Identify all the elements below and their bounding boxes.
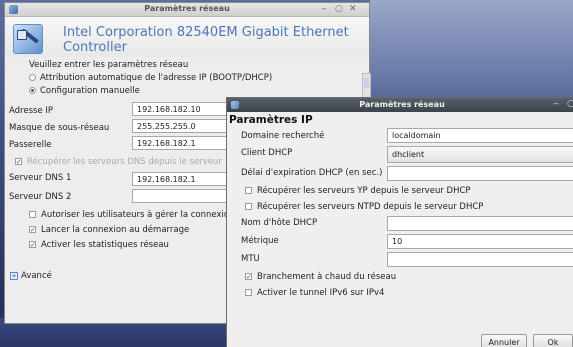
- ntpd-servers-label: Récupérer les serveurs NTPD depuis le se…: [257, 202, 484, 212]
- hotplug-row[interactable]: ✓ Branchement à chaud du réseau: [245, 272, 396, 282]
- restore-icon[interactable]: ○: [567, 99, 573, 109]
- cancel-button[interactable]: Annuler: [481, 334, 527, 347]
- statistics-row[interactable]: ✓ Activer les statistiques réseau: [29, 240, 169, 250]
- gateway-field[interactable]: 192.168.182.1: [132, 136, 232, 150]
- dns-from-server-row[interactable]: ✓ Récupérer les serveurs DNS depuis le se…: [15, 157, 222, 167]
- minimize-icon[interactable]: ‒: [321, 4, 327, 14]
- statistics-checkbox[interactable]: ✓: [29, 241, 36, 249]
- close-icon[interactable]: ✕: [349, 4, 357, 14]
- radio-manual[interactable]: [29, 87, 36, 94]
- radio-auto[interactable]: [29, 74, 36, 81]
- ok-button[interactable]: Ok: [533, 334, 573, 347]
- start-on-boot-label: Lancer la connexion au démarrage: [41, 225, 190, 235]
- advanced-expander[interactable]: + Avancé: [10, 271, 52, 281]
- dns-from-server-label: Récupérer les serveurs DNS depuis le ser…: [27, 157, 222, 167]
- minimize-icon[interactable]: ‒: [553, 99, 559, 109]
- start-on-boot-checkbox[interactable]: ✓: [29, 226, 36, 234]
- hotplug-checkbox[interactable]: ✓: [245, 273, 252, 281]
- ipv6-tunnel-label: Activer le tunnel IPv6 sur IPv4: [257, 288, 385, 298]
- metric-field[interactable]: 10: [387, 234, 573, 249]
- dhcp-client-label: Client DHCP: [241, 148, 293, 158]
- search-domain-label: Domaine recherché: [241, 131, 325, 141]
- instruction-text: Veuillez entrer les paramètres réseau: [29, 60, 189, 70]
- dns-from-server-checkbox[interactable]: ✓: [15, 158, 22, 166]
- start-on-boot-row[interactable]: ✓ Lancer la connexion au démarrage: [29, 225, 189, 235]
- network-card-icon: [13, 24, 43, 54]
- statistics-label: Activer les statistiques réseau: [41, 240, 169, 250]
- dhcp-client-select[interactable]: dhclient: [387, 146, 573, 163]
- ipv6-tunnel-row[interactable]: Activer le tunnel IPv6 sur IPv4: [245, 288, 384, 298]
- mtu-label: MTU: [241, 254, 260, 264]
- window-titlebar[interactable]: Paramètres réseau ‒ ○ ✕: [5, 3, 369, 17]
- radio-manual-row[interactable]: Configuration manuelle: [29, 86, 140, 96]
- dhcp-timeout-label: Délai d'expiration DHCP (en sec.): [241, 168, 383, 178]
- ntpd-servers-row[interactable]: Récupérer les serveurs NTPD depuis le se…: [245, 202, 483, 212]
- subnet-mask-field[interactable]: 255.255.255.0: [132, 119, 232, 133]
- dns1-field[interactable]: 192.168.182.1: [132, 172, 232, 186]
- restore-icon[interactable]: ○: [335, 4, 343, 14]
- radio-manual-label: Configuration manuelle: [40, 86, 140, 96]
- dialog-titlebar[interactable]: Paramètres réseau ‒ ○: [227, 98, 573, 112]
- yp-servers-label: Récupérer les serveurs YP depuis le serv…: [257, 186, 471, 196]
- radio-auto-row[interactable]: Attribution automatique de l'adresse IP …: [29, 73, 272, 83]
- ip-settings-dialog: Paramètres réseau ‒ ○ Paramètres IP Doma…: [226, 97, 573, 347]
- dns2-label: Serveur DNS 2: [9, 192, 72, 202]
- ntpd-servers-checkbox[interactable]: [245, 203, 252, 210]
- metric-label: Métrique: [241, 236, 279, 246]
- dhcp-timeout-field[interactable]: [387, 166, 573, 181]
- dialog-title: Paramètres réseau: [359, 100, 445, 109]
- mtu-field[interactable]: [387, 252, 573, 267]
- expand-icon[interactable]: +: [10, 271, 18, 280]
- ipv6-tunnel-checkbox[interactable]: [245, 289, 252, 296]
- ip-address-label: Adresse IP: [9, 106, 54, 116]
- yp-servers-checkbox[interactable]: [245, 187, 252, 194]
- hotplug-label: Branchement à chaud du réseau: [257, 272, 397, 282]
- dhcp-hostname-label: Nom d'hôte DHCP: [241, 218, 318, 228]
- allow-users-checkbox[interactable]: [29, 211, 36, 218]
- allow-users-row[interactable]: Autoriser les utilisateurs à gérer la co…: [29, 210, 234, 220]
- allow-users-label: Autoriser les utilisateurs à gérer la co…: [41, 210, 235, 220]
- subnet-mask-label: Masque de sous-réseau: [9, 123, 110, 133]
- advanced-label: Avancé: [21, 271, 52, 281]
- search-domain-field[interactable]: localdomain: [387, 128, 573, 143]
- dhcp-hostname-field[interactable]: [387, 216, 573, 231]
- ip-address-field[interactable]: 192.168.182.10: [132, 102, 232, 116]
- window-title: Paramètres réseau: [144, 4, 230, 13]
- radio-auto-label: Attribution automatique de l'adresse IP …: [40, 73, 273, 83]
- section-title: Paramètres IP: [229, 114, 313, 126]
- yp-servers-row[interactable]: Récupérer les serveurs YP depuis le serv…: [245, 186, 471, 196]
- dns1-label: Serveur DNS 1: [9, 173, 72, 183]
- dns2-field[interactable]: [132, 189, 232, 203]
- adapter-title: Intel Corporation 82540EM Gigabit Ethern…: [63, 25, 349, 55]
- gateway-label: Passerelle: [9, 140, 52, 150]
